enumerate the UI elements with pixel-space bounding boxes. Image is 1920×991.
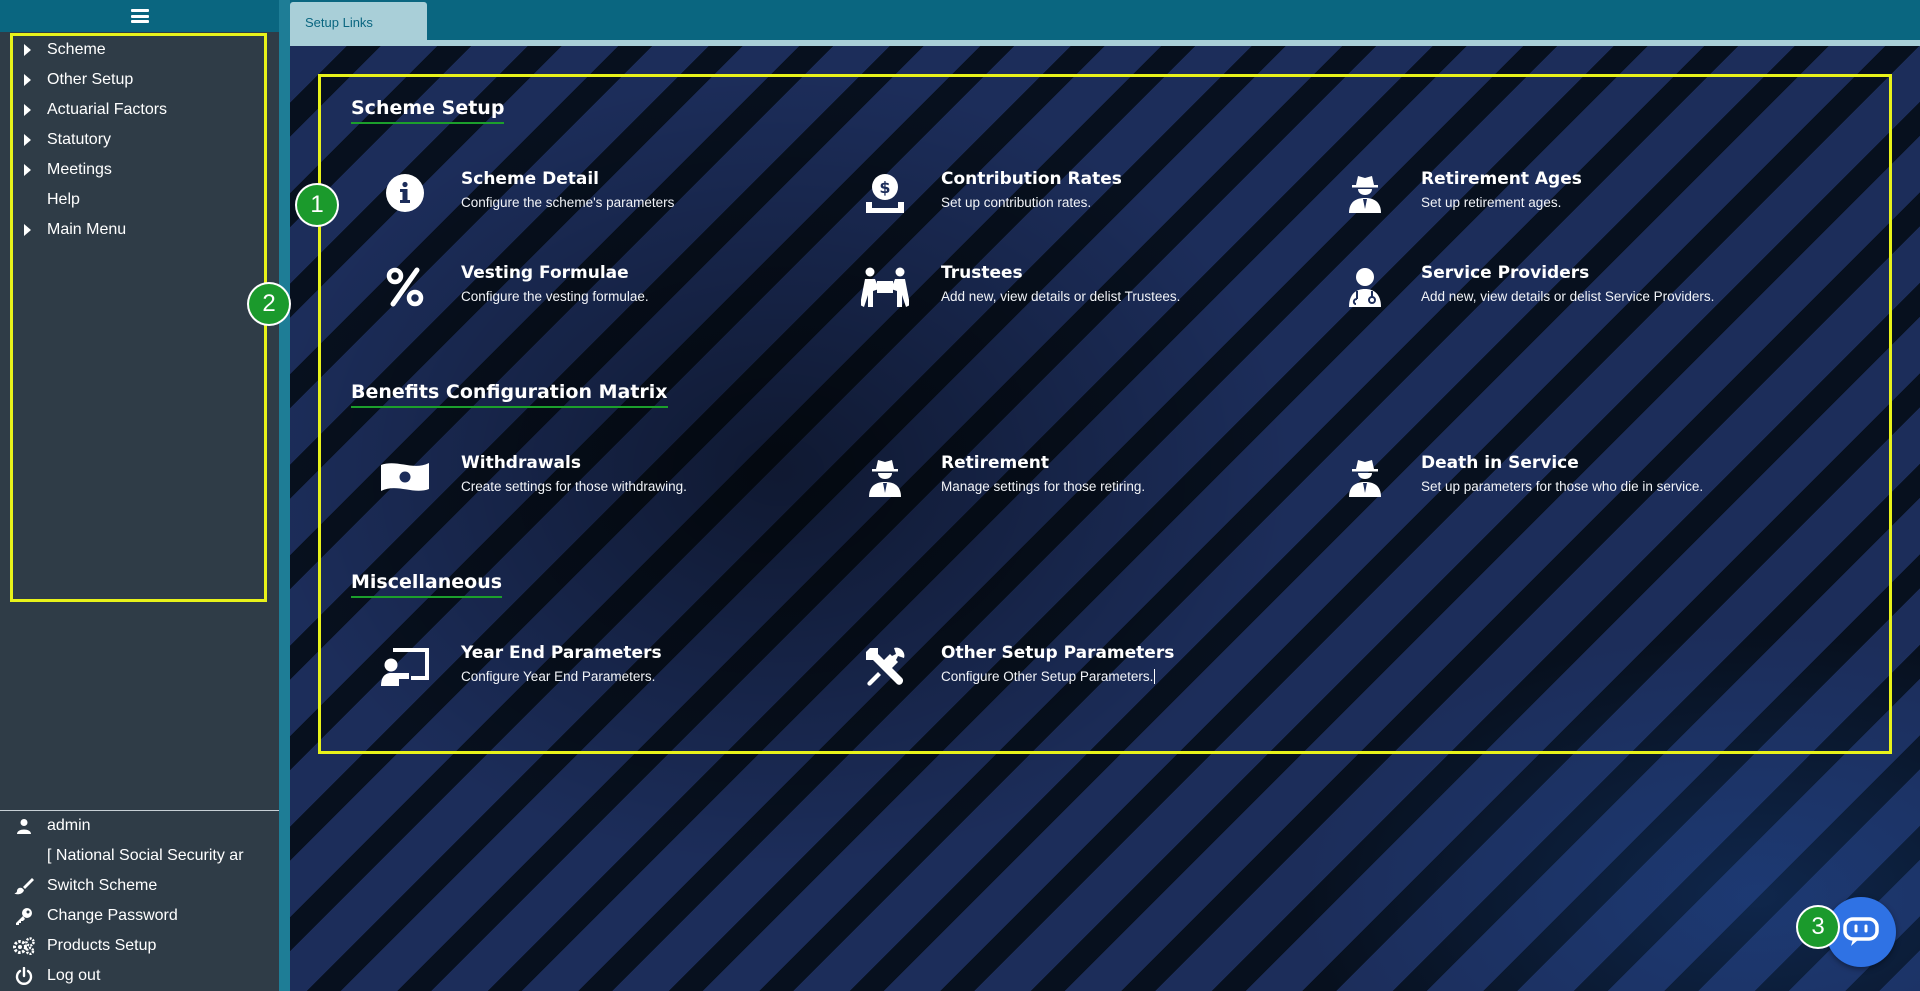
sidebar-item-scheme[interactable]: Scheme: [10, 35, 167, 65]
annotation-badge: 1: [297, 185, 337, 225]
user-menu: admin [ National Social Security ar Swit…: [0, 811, 279, 991]
sidebar-item-actuarial-factors[interactable]: Actuarial Factors: [10, 95, 167, 125]
annotation-badge: 3: [1798, 907, 1838, 947]
section-title-miscellaneous: Miscellaneous: [351, 571, 503, 598]
link-title: Withdrawals: [461, 453, 581, 473]
link-description: Set up retirement ages.: [1421, 195, 1562, 210]
link-title: Retirement Ages: [1421, 169, 1582, 189]
link-title: Contribution Rates: [941, 169, 1122, 189]
sidebar-item-meetings[interactable]: Meetings: [10, 155, 167, 185]
products-setup-link[interactable]: Products Setup: [0, 931, 279, 961]
chalkboard-teacher-icon: [381, 643, 429, 691]
brush-icon: [0, 877, 47, 895]
link-description: Configure Year End Parameters.: [461, 669, 656, 684]
info-circle-icon: [381, 169, 429, 217]
link-year-end-parameters[interactable]: Year End Parameters Configure Year End P…: [381, 643, 841, 703]
caret-right-icon: [24, 224, 31, 236]
power-icon: [0, 967, 47, 985]
link-scheme-detail[interactable]: Scheme Detail Configure the scheme's par…: [381, 169, 841, 229]
setup-links-panel: Scheme Setup Scheme Detail Configure the…: [318, 74, 1892, 754]
key-icon: [0, 907, 47, 925]
hamburger-menu-icon[interactable]: [130, 9, 149, 23]
current-scheme: [ National Social Security ar: [47, 847, 244, 864]
link-title: Trustees: [941, 263, 1023, 283]
svg-text:$: $: [879, 178, 890, 197]
link-description: Manage settings for those retiring.: [941, 479, 1146, 494]
sidebar-item-main-menu[interactable]: Main Menu: [10, 215, 167, 245]
gears-icon: [0, 937, 47, 955]
link-title: Vesting Formulae: [461, 263, 629, 283]
caret-right-icon: [24, 74, 31, 86]
sidebar: Scheme Other Setup Actuarial Factors Sta…: [0, 0, 279, 991]
section-title-benefits: Benefits Configuration Matrix: [351, 381, 668, 408]
logout-link[interactable]: Log out: [0, 961, 279, 991]
link-other-setup-parameters[interactable]: Other Setup Parameters Configure Other S…: [861, 643, 1321, 703]
tools-icon: [861, 643, 909, 691]
link-service-providers[interactable]: Service Providers Add new, view details …: [1341, 263, 1801, 323]
chat-bot-icon: [1843, 917, 1879, 946]
link-withdrawals[interactable]: Withdrawals Create settings for those wi…: [381, 453, 841, 513]
tab-bar: [290, 0, 1920, 40]
user-secret-icon: [1341, 453, 1389, 501]
sidebar-item-label: Other Setup: [47, 71, 134, 88]
link-description: Add new, view details or delist Trustees…: [941, 289, 1181, 304]
sidebar-item-label: Help: [47, 191, 80, 208]
link-title: Retirement: [941, 453, 1049, 473]
link-trustees[interactable]: Trustees Add new, view details or delist…: [861, 263, 1321, 323]
main-content: Scheme Setup Scheme Detail Configure the…: [290, 46, 1920, 991]
caret-right-icon: [24, 44, 31, 56]
link-title: Death in Service: [1421, 453, 1579, 473]
change-password-link[interactable]: Change Password: [0, 901, 279, 931]
switch-scheme-link[interactable]: Switch Scheme: [0, 871, 279, 901]
sidebar-splitter[interactable]: [279, 0, 290, 991]
percent-icon: [381, 263, 429, 311]
link-title: Other Setup Parameters: [941, 643, 1175, 663]
sidebar-header: [0, 0, 279, 32]
money-bill-wave-icon: [381, 453, 429, 501]
link-vesting-formulae[interactable]: Vesting Formulae Configure the vesting f…: [381, 263, 841, 323]
people-carry-icon: [861, 263, 909, 311]
money-hand-icon: $: [861, 169, 909, 217]
link-description: Set up parameters for those who die in s…: [1421, 479, 1704, 494]
link-description: Add new, view details or delist Service …: [1421, 289, 1715, 304]
sidebar-item-help[interactable]: Help: [10, 185, 167, 215]
user-secret-icon: [1341, 169, 1389, 217]
caret-right-icon: [24, 164, 31, 176]
sidebar-menu: Scheme Other Setup Actuarial Factors Sta…: [10, 35, 167, 245]
text-cursor: [1154, 669, 1156, 684]
link-title: Scheme Detail: [461, 169, 600, 189]
sidebar-item-label: Actuarial Factors: [47, 101, 168, 118]
annotation-badge: 2: [249, 284, 289, 324]
sidebar-item-label: Scheme: [47, 41, 106, 58]
sidebar-item-other-setup[interactable]: Other Setup: [10, 65, 167, 95]
user-doctor-icon: [1341, 263, 1389, 311]
link-description: Set up contribution rates.: [941, 195, 1092, 210]
link-description: Configure Other Setup Parameters.: [941, 669, 1156, 684]
caret-right-icon: [24, 134, 31, 146]
caret-right-icon: [24, 104, 31, 116]
user-name[interactable]: admin: [0, 811, 279, 841]
tab-setup-links[interactable]: Setup Links: [290, 2, 427, 42]
link-description: Configure the scheme's parameters: [461, 195, 675, 210]
user-icon: [0, 818, 47, 834]
link-title: Year End Parameters: [461, 643, 662, 663]
sidebar-item-statutory[interactable]: Statutory: [10, 125, 167, 155]
link-title: Service Providers: [1421, 263, 1590, 283]
link-description: Create settings for those withdrawing.: [461, 479, 687, 494]
link-contribution-rates[interactable]: $ Contribution Rates Set up contribution…: [861, 169, 1321, 229]
sidebar-item-label: Meetings: [47, 161, 112, 178]
sidebar-item-label: Statutory: [47, 131, 112, 148]
link-retirement[interactable]: Retirement Manage settings for those ret…: [861, 453, 1321, 513]
link-retirement-ages[interactable]: Retirement Ages Set up retirement ages.: [1341, 169, 1801, 229]
section-title-scheme-setup: Scheme Setup: [351, 97, 505, 124]
user-secret-icon: [861, 453, 909, 501]
link-death-in-service[interactable]: Death in Service Set up parameters for t…: [1341, 453, 1801, 513]
link-description: Configure the vesting formulae.: [461, 289, 649, 304]
sidebar-item-label: Main Menu: [47, 221, 127, 238]
